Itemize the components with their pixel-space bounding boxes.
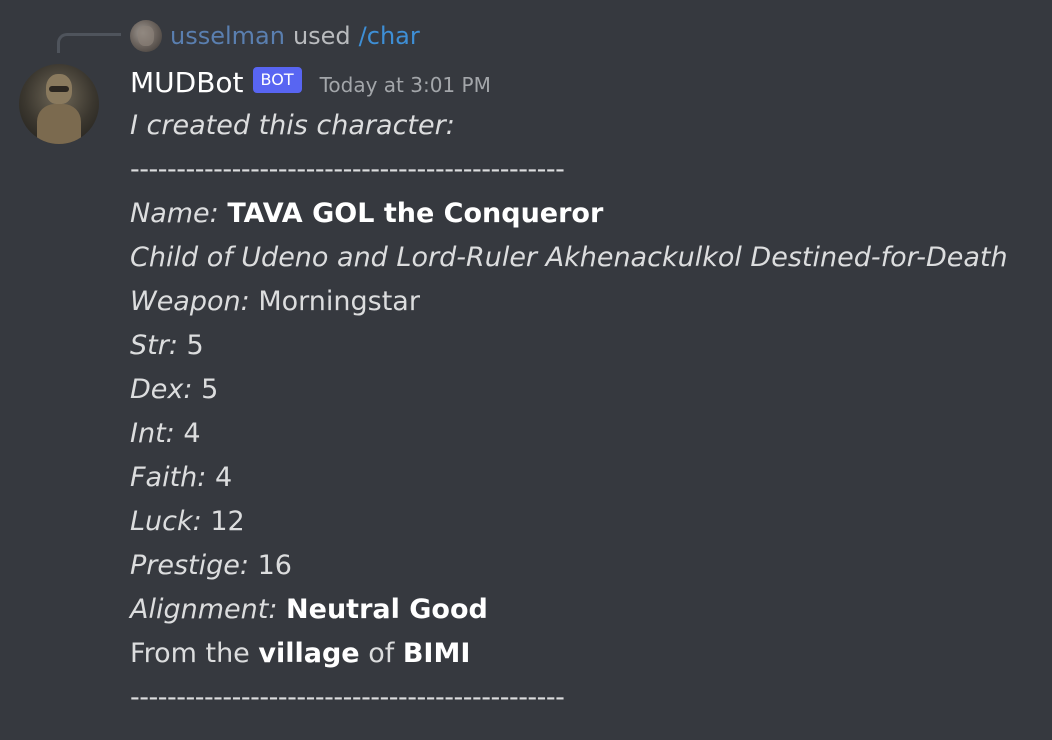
- alignment-line: Alignment: Neutral Good: [130, 588, 1008, 632]
- stat-value: 12: [210, 506, 245, 537]
- lineage-text: Child of Udeno and Lord-Ruler Akhenackul…: [130, 242, 1008, 273]
- stat-value: 5: [201, 374, 219, 405]
- reply-user-avatar-icon[interactable]: [130, 20, 162, 52]
- weapon-line: Weapon: Morningstar: [130, 280, 1008, 324]
- stat-line-int: Int: 4: [130, 412, 1008, 456]
- stat-line-luck: Luck: 12: [130, 500, 1008, 544]
- alignment-value: Neutral Good: [286, 594, 488, 625]
- weapon-value: Morningstar: [258, 286, 420, 317]
- avatar-figure-body: [37, 104, 81, 144]
- stat-label: Luck:: [130, 506, 202, 537]
- stat-label: Str:: [130, 330, 178, 361]
- reply-username[interactable]: usselman: [170, 22, 285, 50]
- stat-line-prestige: Prestige: 16: [130, 544, 1008, 588]
- avatar-figure-visor: [49, 86, 69, 92]
- alignment-label: Alignment:: [130, 594, 278, 625]
- origin-line: From the village of BIMI: [130, 632, 1008, 676]
- message-header: MUDBot BOT Today at 3:01 PM: [130, 60, 491, 104]
- bot-badge: BOT: [252, 67, 302, 93]
- reply-command[interactable]: /char: [359, 22, 420, 50]
- divider-bottom: ----------------------------------------…: [130, 682, 565, 713]
- stat-value: 4: [214, 462, 233, 493]
- bot-avatar-icon[interactable]: [19, 64, 99, 144]
- divider-top: ----------------------------------------…: [130, 154, 565, 185]
- stat-value: 16: [257, 550, 292, 581]
- intro-line: I created this character:: [130, 104, 1008, 148]
- stat-line-dex: Dex: 5: [130, 368, 1008, 412]
- intro-text: I created this character:: [130, 110, 455, 141]
- message-timestamp[interactable]: Today at 3:01 PM: [320, 73, 491, 97]
- lineage-line: Child of Udeno and Lord-Ruler Akhenackul…: [130, 236, 1008, 280]
- name-line: Name: TAVA GOL the Conqueror: [130, 192, 1008, 236]
- stat-line-faith: Faith: 4: [130, 456, 1008, 500]
- reply-used-text: used: [292, 22, 351, 50]
- origin-prefix: From the: [130, 638, 250, 669]
- name-label: Name:: [130, 198, 219, 229]
- origin-name: BIMI: [402, 638, 471, 669]
- stat-line-str: Str: 5: [130, 324, 1008, 368]
- stat-value: 4: [183, 418, 201, 449]
- weapon-label: Weapon:: [130, 286, 250, 317]
- reply-connector-line: [57, 33, 121, 53]
- reply-reference[interactable]: usselman used /char: [130, 18, 420, 54]
- stat-label: Prestige:: [130, 550, 249, 581]
- stat-label: Dex:: [130, 374, 193, 405]
- stat-label: Int:: [130, 418, 175, 449]
- author-name[interactable]: MUDBot: [130, 66, 244, 99]
- chat-message: usselman used /char MUDBot BOT Today at …: [0, 0, 1052, 740]
- stat-value: 5: [186, 330, 204, 361]
- origin-place-type: village: [258, 638, 360, 669]
- name-value: TAVA GOL the Conqueror: [227, 198, 604, 229]
- message-content: I created this character: --------------…: [130, 104, 1008, 720]
- stat-label: Faith:: [130, 462, 207, 493]
- origin-of: of: [368, 638, 395, 669]
